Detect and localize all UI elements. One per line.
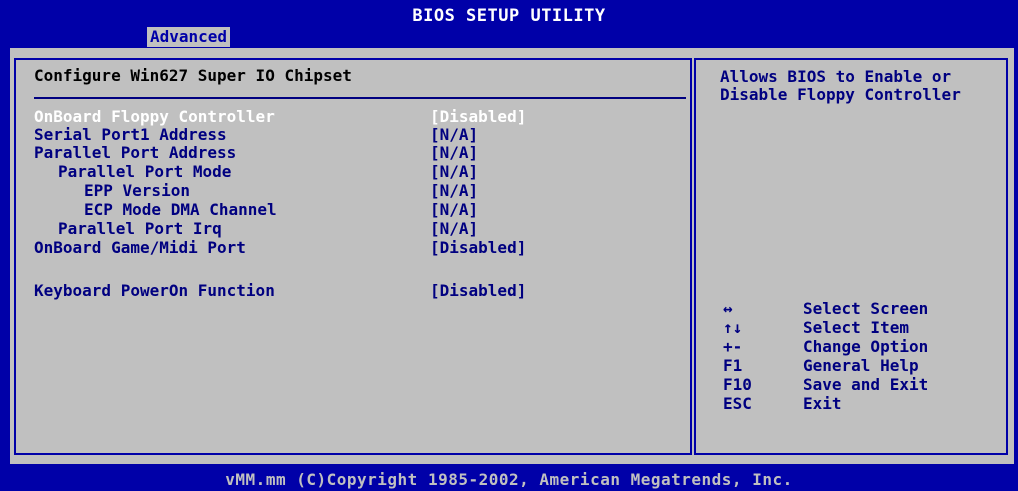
copyright-footer: vMM.mm (C)Copyright 1985-2002, American …: [0, 468, 1018, 491]
setting-parallel-port-address-value[interactable]: [N/A]: [430, 144, 478, 162]
left-right-arrows-icon: ↔: [723, 299, 733, 318]
setting-parallel-port-address[interactable]: Parallel Port Address: [34, 144, 236, 162]
setting-onboard-floppy-controller-value[interactable]: [Disabled]: [430, 108, 526, 126]
key-esc: ESC: [723, 394, 752, 413]
setting-parallel-port-irq-value[interactable]: [N/A]: [430, 220, 478, 238]
key-f1: F1: [723, 356, 743, 375]
key-help-change-option: Change Option: [803, 337, 929, 356]
setting-parallel-port-mode-value[interactable]: [N/A]: [430, 163, 478, 181]
setting-parallel-port-irq[interactable]: Parallel Port Irq: [58, 220, 222, 238]
key-help-exit: Exit: [803, 394, 842, 413]
bios-screen: BIOS SETUP UTILITY Advanced Configure Wi…: [0, 0, 1018, 491]
tab-advanced[interactable]: Advanced: [147, 27, 231, 47]
setting-epp-version[interactable]: EPP Version: [84, 182, 190, 200]
setting-ecp-mode-dma-channel[interactable]: ECP Mode DMA Channel: [84, 201, 277, 219]
key-help-select-item: Select Item: [803, 318, 909, 337]
setting-serial-port1-address[interactable]: Serial Port1 Address: [34, 126, 227, 144]
setting-onboard-floppy-controller[interactable]: OnBoard Floppy Controller: [34, 108, 275, 126]
setting-onboard-game-midi-port[interactable]: OnBoard Game/Midi Port: [34, 239, 246, 257]
setting-keyboard-poweron-function[interactable]: Keyboard PowerOn Function: [34, 282, 275, 300]
window-title: BIOS SETUP UTILITY: [412, 6, 606, 26]
section-divider: [34, 97, 686, 99]
key-f10: F10: [723, 375, 752, 394]
section-title: Configure Win627 Super IO Chipset: [34, 66, 352, 85]
key-help-save-and-exit: Save and Exit: [803, 375, 929, 394]
title-bar: BIOS SETUP UTILITY Advanced: [0, 0, 1018, 48]
setting-ecp-mode-dma-channel-value[interactable]: [N/A]: [430, 201, 478, 219]
key-help-general-help: General Help: [803, 356, 919, 375]
setting-parallel-port-mode[interactable]: Parallel Port Mode: [58, 163, 231, 181]
help-text: Allows BIOS to Enable or Disable Floppy …: [720, 67, 961, 104]
setting-serial-port1-address-value[interactable]: [N/A]: [430, 126, 478, 144]
plus-minus-icon: +-: [723, 337, 743, 356]
up-down-arrows-icon: ↑↓: [723, 318, 743, 337]
key-help-select-screen: Select Screen: [803, 299, 929, 318]
setting-keyboard-poweron-function-value[interactable]: [Disabled]: [430, 282, 526, 300]
setting-epp-version-value[interactable]: [N/A]: [430, 182, 478, 200]
setting-onboard-game-midi-port-value[interactable]: [Disabled]: [430, 239, 526, 257]
